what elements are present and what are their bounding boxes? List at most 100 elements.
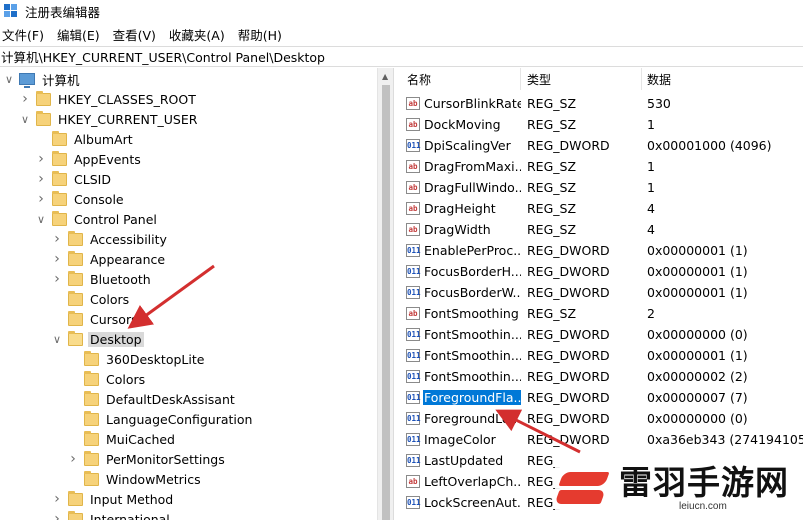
registry-value-row[interactable]: 011 FocusBorderH... REG_DWORD 0x00000001 (1… xyxy=(399,261,803,282)
expand-chevron-icon[interactable]: › xyxy=(51,271,63,287)
value-data: 0x00000002 (2) xyxy=(647,369,748,384)
value-data: 0x00000001 (1) xyxy=(647,348,748,363)
tree-node-label: Control Panel xyxy=(74,211,157,227)
menu-favorites[interactable]: 收藏夹(A) xyxy=(168,25,226,44)
expand-chevron-icon[interactable]: › xyxy=(35,171,47,187)
expand-chevron-icon[interactable]: › xyxy=(51,231,63,247)
menu-file[interactable]: 文件(F) xyxy=(1,25,45,44)
tree-node[interactable]: Colors xyxy=(67,369,147,389)
tree-node[interactable]: ∨ Desktop xyxy=(51,329,144,349)
registry-value-row[interactable]: 011 ImageColor REG_DWORD 0xa36eb343 (274194… xyxy=(399,429,803,450)
address-bar[interactable]: 计算机\HKEY_CURRENT_USER\Control Panel\Desk… xyxy=(0,46,803,67)
tree-node[interactable]: › Bluetooth xyxy=(51,269,153,289)
value-type: REG_DWORD xyxy=(527,243,610,258)
value-name: FontSmoothin... xyxy=(424,327,521,342)
tree-node[interactable]: › Console xyxy=(35,189,126,209)
registry-value-row[interactable]: ab CursorBlinkRate REG_SZ 530 xyxy=(399,93,803,114)
tree-node-label: Colors xyxy=(106,371,146,387)
registry-value-row[interactable]: 011 FontSmoothin... REG_DWORD 0x00000002 (2… xyxy=(399,366,803,387)
registry-value-row[interactable]: 011 EnablePerProc... REG_DWORD 0x00000001 (… xyxy=(399,240,803,261)
value-data: 0x00000000 (0) xyxy=(647,327,748,342)
collapse-chevron-icon[interactable]: ∨ xyxy=(51,333,63,346)
collapse-chevron-icon[interactable]: ∨ xyxy=(35,213,47,226)
tree-node-label: MuiCached xyxy=(106,431,175,447)
address-path[interactable]: 计算机\HKEY_CURRENT_USER\Control Panel\Desk… xyxy=(1,47,325,66)
tree-node[interactable]: Colors xyxy=(51,289,131,309)
registry-value-row[interactable]: ab DragFullWindo... REG_SZ 1 xyxy=(399,177,803,198)
registry-value-row[interactable]: 011 ForegroundLo... REG_DWORD 0x00000000 (0… xyxy=(399,408,803,429)
tree-node[interactable]: MuiCached xyxy=(67,429,177,449)
menu-help[interactable]: 帮助(H) xyxy=(237,25,283,44)
expand-chevron-icon[interactable]: › xyxy=(51,511,63,520)
tree-node[interactable]: AlbumArt xyxy=(35,129,135,149)
tree-node[interactable]: Cursors xyxy=(51,309,140,329)
tree-scrollbar[interactable]: ▲ xyxy=(377,68,393,520)
registry-value-row[interactable]: 011 FontSmoothin... REG_DWORD 0x00000000 (0… xyxy=(399,324,803,345)
tree-node[interactable]: › HKEY_CLASSES_ROOT xyxy=(19,89,198,109)
tree-node[interactable]: › AppEvents xyxy=(35,149,143,169)
expand-chevron-icon[interactable]: › xyxy=(67,451,79,467)
tree-node[interactable]: › Accessibility xyxy=(51,229,169,249)
folder-icon xyxy=(84,410,99,426)
folder-icon xyxy=(68,310,83,326)
expand-chevron-icon[interactable]: › xyxy=(19,91,31,107)
expand-chevron-icon[interactable]: › xyxy=(51,251,63,267)
value-type: REG_SZ xyxy=(527,159,577,174)
value-data: 0x00000001 (1) xyxy=(647,243,748,258)
value-name: FontSmoothing xyxy=(424,306,519,321)
column-divider[interactable] xyxy=(641,68,642,90)
dword-value-icon: 011 xyxy=(406,496,421,509)
expand-chevron-icon[interactable]: › xyxy=(51,491,63,507)
tree-node[interactable]: › Appearance xyxy=(51,249,167,269)
column-divider[interactable] xyxy=(520,68,521,90)
registry-value-row[interactable]: ab DragHeight REG_SZ 4 xyxy=(399,198,803,219)
tree-node-label: Desktop xyxy=(88,331,144,347)
value-name: LockScreenAut... xyxy=(424,495,521,510)
tree-node[interactable]: › CLSID xyxy=(35,169,113,189)
tree-node-label: DefaultDeskAssisant xyxy=(106,391,235,407)
registry-value-row[interactable]: ab DockMoving REG_SZ 1 xyxy=(399,114,803,135)
folder-icon xyxy=(52,150,67,166)
tree-node[interactable]: › PerMonitorSettings xyxy=(67,449,227,469)
tree-node[interactable]: › Input Method xyxy=(51,489,175,509)
menu-view[interactable]: 查看(V) xyxy=(112,25,157,44)
collapse-chevron-icon[interactable]: ∨ xyxy=(3,73,15,86)
folder-icon xyxy=(84,370,99,386)
tree-node[interactable]: LanguageConfiguration xyxy=(67,409,254,429)
registry-value-row[interactable]: 011 DpiScalingVer REG_DWORD 0x00001000 (409… xyxy=(399,135,803,156)
expand-chevron-icon[interactable]: › xyxy=(35,151,47,167)
tree-node-label: Accessibility xyxy=(90,231,167,247)
column-header-data[interactable]: 数据 xyxy=(647,68,671,90)
value-data: 1 xyxy=(647,117,655,132)
expand-chevron-icon[interactable]: › xyxy=(35,191,47,207)
registry-value-row[interactable]: 011 ForegroundFla... REG_DWORD 0x00000007 (… xyxy=(399,387,803,408)
dword-value-icon: 011 xyxy=(406,412,421,425)
column-header-name[interactable]: 名称 xyxy=(407,68,431,90)
scroll-up-icon[interactable]: ▲ xyxy=(382,72,388,81)
registry-value-row[interactable]: ab DragFromMaxi... REG_SZ 1 xyxy=(399,156,803,177)
registry-value-row[interactable]: ab DragWidth REG_SZ 4 xyxy=(399,219,803,240)
tree-node[interactable]: 360DesktopLite xyxy=(67,349,206,369)
registry-value-row[interactable]: 011 FontSmoothin... REG_DWORD 0x00000001 (1… xyxy=(399,345,803,366)
registry-value-row[interactable]: ab FontSmoothing REG_SZ 2 xyxy=(399,303,803,324)
scrollbar-thumb[interactable] xyxy=(382,85,390,520)
tree-node[interactable]: › International xyxy=(51,509,172,520)
tree-node[interactable]: DefaultDeskAssisant xyxy=(67,389,237,409)
tree-node-label: Appearance xyxy=(90,251,166,267)
value-type: REG_DWORD xyxy=(527,327,610,342)
value-name: CursorBlinkRate xyxy=(424,96,521,111)
collapse-chevron-icon[interactable]: ∨ xyxy=(19,113,31,126)
folder-icon xyxy=(68,230,83,246)
tree-node[interactable]: ∨ Control Panel xyxy=(35,209,159,229)
menu-edit[interactable]: 编辑(E) xyxy=(56,25,101,44)
tree-node-label: HKEY_CLASSES_ROOT xyxy=(58,91,196,107)
tree-node[interactable]: ∨ HKEY_CURRENT_USER xyxy=(19,109,199,129)
value-name: DockMoving xyxy=(424,117,501,132)
tree-node[interactable]: WindowMetrics xyxy=(67,469,203,489)
tree-node-label: 计算机 xyxy=(42,72,80,88)
column-header-type[interactable]: 类型 xyxy=(527,68,551,90)
tree-node[interactable]: ∨ 计算机 xyxy=(3,69,82,89)
value-name: DragFullWindo... xyxy=(424,180,521,195)
value-name: ForegroundLo... xyxy=(424,411,521,426)
registry-value-row[interactable]: 011 FocusBorderW... REG_DWORD 0x00000001 (1… xyxy=(399,282,803,303)
